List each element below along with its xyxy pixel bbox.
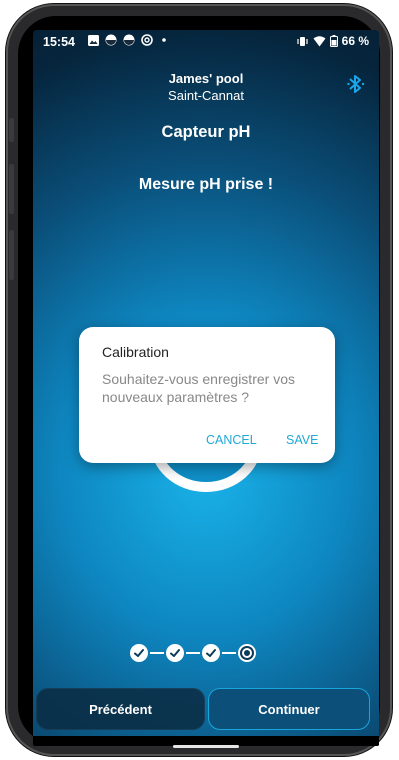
status-icons-right: 66 % <box>296 34 369 48</box>
step-complete-icon <box>166 644 184 662</box>
status-icons-left <box>88 34 169 46</box>
pool-app-icon <box>105 34 117 46</box>
dot-icon <box>162 38 166 42</box>
vibrate-icon <box>297 36 308 46</box>
bluetooth-icon[interactable] <box>347 74 365 94</box>
battery-icon <box>329 35 338 47</box>
app-screen: 15:54 66 % James' pool Saint-Cannat Capt… <box>33 30 379 746</box>
step-connector <box>186 652 200 654</box>
save-button[interactable]: SAVE <box>286 433 318 447</box>
previous-button[interactable]: Précédent <box>36 688 205 730</box>
page-title: Capteur pH <box>161 123 251 141</box>
pool-app-icon <box>123 34 135 46</box>
phone-side-button <box>9 118 14 142</box>
home-indicator[interactable] <box>173 745 239 748</box>
pool-name: James' pool <box>168 71 244 86</box>
status-time: 15:54 <box>43 35 75 49</box>
step-current-icon <box>238 644 256 662</box>
calibration-dialog: Calibration Souhaitez-vous enregistrer v… <box>79 327 335 463</box>
wifi-icon <box>313 35 326 46</box>
step-connector <box>222 652 236 654</box>
step-connector <box>150 652 164 654</box>
step-indicator <box>130 643 256 663</box>
at-sign-icon <box>141 34 153 46</box>
step-complete-icon <box>130 644 148 662</box>
cancel-button[interactable]: CANCEL <box>206 433 257 447</box>
dialog-title: Calibration <box>102 344 169 360</box>
phone-side-button <box>9 164 14 214</box>
continue-button[interactable]: Continuer <box>208 688 370 730</box>
gallery-icon <box>88 34 99 46</box>
status-message: Mesure pH prise ! <box>138 176 274 193</box>
battery-level: 66 % <box>341 34 369 48</box>
status-bar: 15:54 66 % <box>33 30 379 52</box>
pool-location: Saint-Cannat <box>168 88 244 103</box>
phone-side-button <box>9 230 14 280</box>
step-complete-icon <box>202 644 220 662</box>
dialog-message: Souhaitez-vous enregistrer vos nouveaux … <box>102 371 295 405</box>
